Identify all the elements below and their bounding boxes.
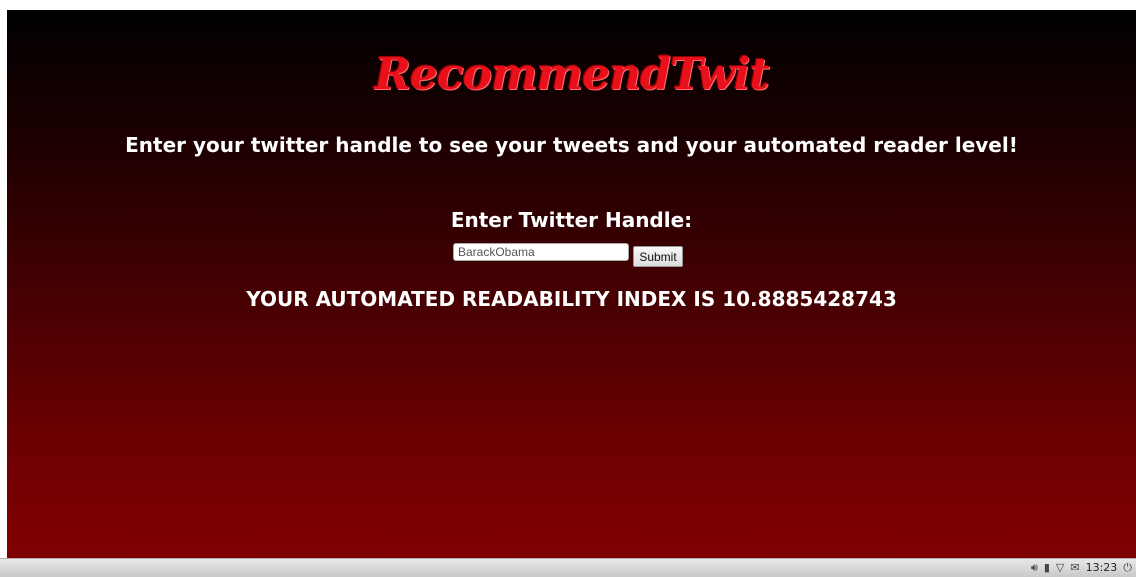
network-icon[interactable]: ✉︎ — [1070, 559, 1079, 577]
power-icon[interactable]: ⏻ — [1123, 559, 1132, 577]
volume-icon[interactable]: 🔊︎ — [1031, 559, 1038, 577]
tagline: Enter your twitter handle to see your tw… — [125, 133, 1018, 157]
twitter-handle-input[interactable] — [453, 243, 629, 261]
wifi-icon[interactable]: ▽ — [1056, 559, 1064, 577]
battery-icon[interactable]: ▮ — [1044, 559, 1050, 577]
clock[interactable]: 13:23 — [1086, 559, 1118, 577]
submit-button[interactable]: Submit — [633, 246, 683, 267]
system-taskbar: 🔊︎ ▮ ▽ ✉︎ 13:23 ⏻ — [0, 558, 1136, 577]
form-title: Enter Twitter Handle: — [450, 208, 693, 232]
window-top-strip — [0, 0, 1136, 10]
system-tray: 🔊︎ ▮ ▽ ✉︎ 13:23 ⏻ — [1031, 559, 1132, 577]
page-content: RecommendTwit Enter your twitter handle … — [7, 10, 1136, 558]
readability-result: YOUR AUTOMATED READABILITY INDEX IS 10.8… — [246, 287, 897, 311]
app-logo: RecommendTwit — [374, 49, 769, 100]
